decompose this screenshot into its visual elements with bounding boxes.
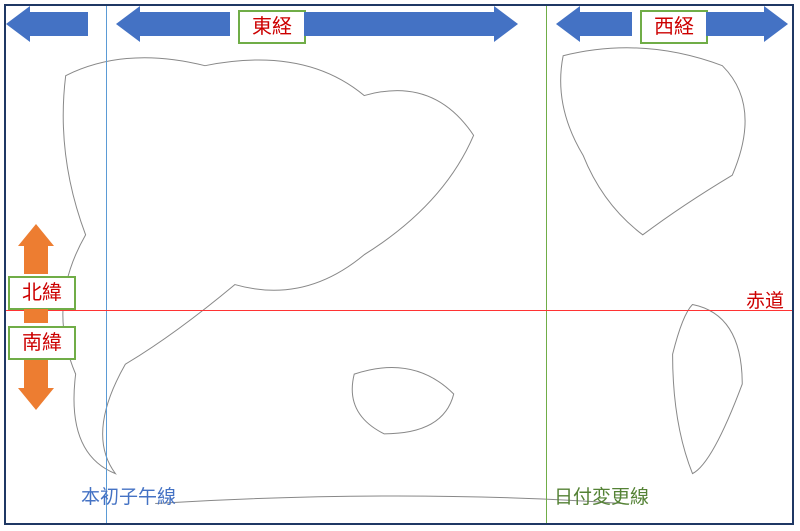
map-frame: 東経 西経 北緯 南緯 赤道 本初子午線 日付変更線 [4,4,794,525]
label-north-latitude: 北緯 [8,276,76,310]
arrow-head-left-icon [556,6,580,42]
arrow-east-left [116,12,230,36]
equator-line [6,310,792,311]
label-south-latitude: 南緯 [8,326,76,360]
arrow-bar [24,309,48,323]
dateline-line [546,6,547,523]
label-prime-meridian: 本初子午線 [81,482,176,509]
arrow-head-up-icon [18,224,54,246]
arrow-south [24,360,48,410]
arrow-bar [304,12,494,36]
arrow-head-right-icon [494,6,518,42]
arrow-west-left [556,12,632,36]
arrow-head-right-icon [764,6,788,42]
label-dateline: 日付変更線 [554,482,649,509]
arrow-north [24,224,48,274]
arrow-east-right [304,12,518,36]
label-equator: 赤道 [746,286,784,313]
label-west-longitude: 西経 [640,10,708,44]
prime-meridian-line [106,6,107,523]
world-map-outline [6,6,792,524]
label-east-longitude: 東経 [238,10,306,44]
arrow-bar [140,12,230,36]
arrow-bar [24,360,48,388]
arrow-gap [24,309,48,323]
arrow-head-left-icon [116,6,140,42]
arrow-head-down-icon [18,388,54,410]
arrow-head-left-icon [6,6,30,42]
arrow-bar [706,12,764,36]
arrow-bar [580,12,632,36]
arrow-bar [30,12,88,36]
arrow-bar [24,246,48,274]
arrow-right-edge [706,12,788,36]
arrow-left-edge [6,12,88,36]
